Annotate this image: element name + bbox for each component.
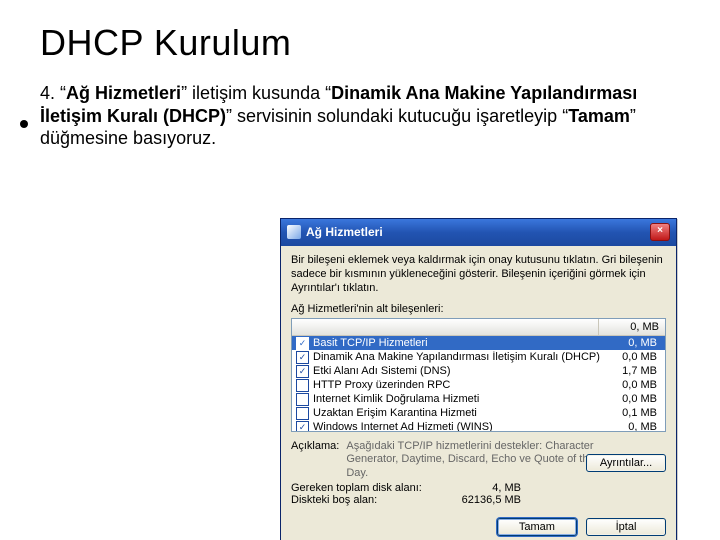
required-space-label: Gereken toplam disk alanı:	[291, 482, 441, 494]
dialog-title: Ağ Hizmetleri	[306, 225, 383, 239]
dialog-icon	[287, 225, 301, 239]
col-size[interactable]: 0, MB	[599, 319, 665, 335]
close-button[interactable]: ×	[650, 223, 670, 241]
description-label: Açıklama:	[291, 440, 339, 452]
list-item[interactable]: Internet Kimlik Doğrulama Hizmeti0,0 MB	[292, 392, 665, 406]
col-name[interactable]	[292, 319, 599, 335]
step-number: 4.	[40, 83, 55, 103]
checkbox[interactable]	[296, 379, 309, 392]
slide: DHCP Kurulum 4. “Ağ Hizmetleri” iletişim…	[0, 0, 720, 540]
dialog-titlebar[interactable]: Ağ Hizmetleri ×	[281, 219, 676, 246]
checkbox[interactable]	[296, 407, 309, 420]
checkbox[interactable]: ✓	[296, 365, 309, 378]
disk-sizes: Gereken toplam disk alanı: 4, MB Disktek…	[291, 482, 666, 506]
item-label: Dinamik Ana Makine Yapılandırması İletiş…	[313, 351, 607, 363]
checkbox[interactable]: ✓	[296, 351, 309, 364]
description-text: Aşağıdaki TCP/IP hizmetlerini destekler:…	[346, 440, 606, 480]
slide-title: DHCP Kurulum	[40, 22, 680, 64]
item-label: Internet Kimlik Doğrulama Hizmeti	[313, 393, 607, 405]
item-size: 0,0 MB	[607, 393, 661, 405]
item-size: 0,1 MB	[607, 407, 661, 419]
ok-button[interactable]: Tamam	[497, 518, 577, 536]
item-label: Etki Alanı Adı Sistemi (DNS)	[313, 365, 607, 377]
cancel-button[interactable]: İptal	[586, 518, 666, 536]
item-size: 1,7 MB	[607, 365, 661, 377]
list-item[interactable]: ✓ Windows Internet Ad Hizmeti (WINS)0, MB	[292, 420, 665, 432]
item-label: Uzaktan Erişim Karantina Hizmeti	[313, 407, 607, 419]
component-list-label: Ağ Hizmetleri'nin alt bileşenleri:	[291, 303, 666, 315]
list-item[interactable]: ✓ Basit TCP/IP Hizmetleri0, MB	[292, 336, 665, 350]
dialog-footer: Tamam İptal	[291, 518, 666, 536]
component-list[interactable]: 0, MB ✓Basit TCP/IP Hizmetleri0, MB✓Dina…	[291, 318, 666, 432]
item-size: 0,0 MB	[607, 379, 661, 391]
dialog-body: Bir bileşeni eklemek veya kaldırmak için…	[281, 246, 676, 540]
list-item[interactable]: Uzaktan Erişim Karantina Hizmeti0,1 MB	[292, 406, 665, 420]
list-item[interactable]: ✓ Dinamik Ana Makine Yapılandırması İleti…	[292, 350, 665, 364]
item-label: Windows Internet Ad Hizmeti (WINS)	[313, 421, 607, 432]
details-button[interactable]: Ayrıntılar...	[586, 454, 666, 472]
slide-body: 4. “Ağ Hizmetleri” iletişim kusunda “Din…	[40, 82, 660, 150]
checkbox[interactable]: ✓	[296, 421, 309, 433]
list-rows: ✓Basit TCP/IP Hizmetleri0, MB✓Dinamik An…	[292, 336, 665, 432]
checkbox[interactable]: ✓	[296, 337, 309, 350]
bullet-icon	[20, 120, 28, 128]
list-header: 0, MB	[292, 319, 665, 336]
item-size: 0,0 MB	[607, 351, 661, 363]
checkbox[interactable]	[296, 393, 309, 406]
free-space-value: 62136,5 MB	[441, 494, 521, 506]
required-space-value: 4, MB	[441, 482, 521, 494]
list-item[interactable]: ✓ Etki Alanı Adı Sistemi (DNS)1,7 MB	[292, 364, 665, 378]
dialog-intro: Bir bileşeni eklemek veya kaldırmak için…	[291, 254, 666, 295]
free-space-label: Diskteki boş alan:	[291, 494, 441, 506]
network-services-dialog: Ağ Hizmetleri × Bir bileşeni eklemek vey…	[280, 218, 677, 540]
item-size: 0, MB	[607, 337, 661, 349]
item-size: 0, MB	[607, 421, 661, 432]
list-item[interactable]: HTTP Proxy üzerinden RPC0,0 MB	[292, 378, 665, 392]
item-label: HTTP Proxy üzerinden RPC	[313, 379, 607, 391]
item-label: Basit TCP/IP Hizmetleri	[313, 337, 607, 349]
